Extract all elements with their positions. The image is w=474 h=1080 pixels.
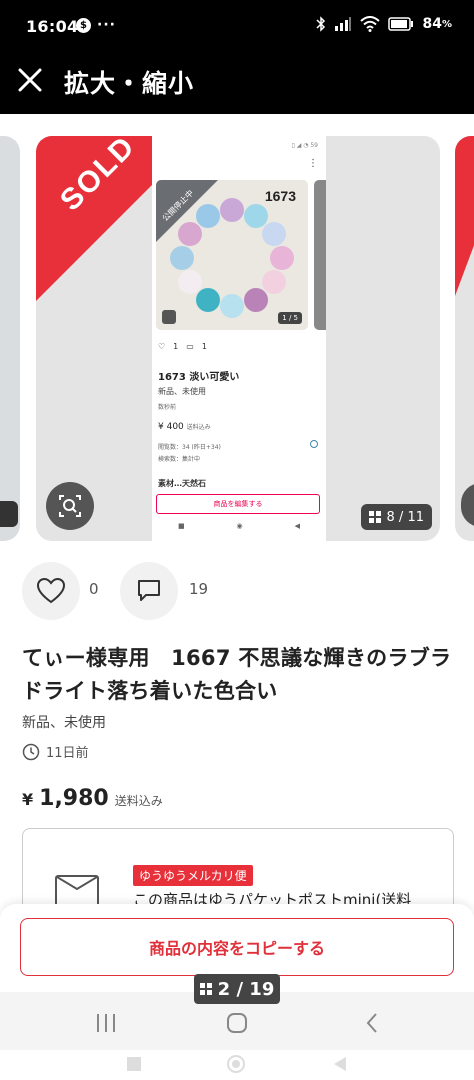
inner-nav-square: ■ xyxy=(177,522,185,530)
main-content: SOLD ▯ ◢ ◔ 59 ⋮ 公開停止中 1673 1 / 5 ♡ 1 ▭ 1… xyxy=(0,114,474,1080)
clock-icon xyxy=(22,743,40,760)
listing-screenshot-image: ▯ ◢ ◔ 59 ⋮ 公開停止中 1673 1 / 5 ♡ 1 ▭ 1 1673… xyxy=(152,136,326,541)
back-icon[interactable] xyxy=(364,1012,380,1034)
copy-item-button[interactable]: 商品の内容をコピーする xyxy=(20,918,454,976)
inner-heart-icon: ♡ xyxy=(158,342,166,351)
next-sold-ribbon xyxy=(455,136,474,296)
price-value: 1,980 xyxy=(39,786,109,811)
inner-price: ¥ 400 送料込み xyxy=(158,422,211,432)
signal-icon xyxy=(335,17,352,31)
system-nav-bar xyxy=(0,992,474,1080)
price-note: 送料込み xyxy=(114,794,163,808)
envelope-flap xyxy=(57,877,97,891)
inner-like-count: 1 xyxy=(173,342,179,351)
comment-icon xyxy=(138,580,160,601)
price-row: ¥ 1,980 送料込み xyxy=(22,786,163,811)
inner-nav-circle: ◉ xyxy=(236,522,243,530)
ghost-back-icon xyxy=(334,1057,346,1071)
image-pager: 8 / 11 xyxy=(360,504,432,530)
inner-photo-counter: 1 / 5 xyxy=(278,312,302,324)
status-left-icons: $ ··· xyxy=(76,17,116,33)
inner-edit-button: 商品を編集する xyxy=(156,494,320,514)
grid-icon xyxy=(368,511,381,523)
inner-item-number: 1673 xyxy=(264,188,296,204)
status-right-icons: 84% xyxy=(316,16,452,32)
status-time: 16:04 xyxy=(26,17,79,36)
price-symbol: ¥ xyxy=(22,790,34,809)
like-button[interactable] xyxy=(22,562,80,620)
inner-time: 数秒前 xyxy=(158,404,177,411)
like-count: 0 xyxy=(89,580,99,598)
image-pager-text: 8 / 11 xyxy=(386,509,424,525)
title-bar: 拡大・縮小 xyxy=(0,54,474,114)
nav-lower-strip xyxy=(0,1050,474,1080)
inner-item-title: 1673 淡い可愛い xyxy=(158,372,240,383)
close-icon[interactable] xyxy=(16,66,44,94)
current-image-card[interactable]: SOLD ▯ ◢ ◔ 59 ⋮ 公開停止中 1673 1 / 5 ♡ 1 ▭ 1… xyxy=(36,136,440,541)
item-condition: 新品、未使用 xyxy=(22,715,106,731)
inner-nav-back: ◀ xyxy=(294,522,300,530)
bottom-pager-text: 2 / 19 xyxy=(217,978,275,1000)
grid-icon xyxy=(199,983,212,995)
image-carousel[interactable]: SOLD ▯ ◢ ◔ 59 ⋮ 公開停止中 1673 1 / 5 ♡ 1 ▭ 1… xyxy=(0,114,474,554)
ghost-circle-icon xyxy=(227,1055,245,1073)
inner-price-value: ¥ 400 xyxy=(158,422,184,432)
page-title: 拡大・縮小 xyxy=(64,69,195,98)
inner-comment-count: 1 xyxy=(201,342,207,351)
bracelet-photo: 公開停止中 1673 1 / 5 xyxy=(156,180,308,330)
inner-status-bar: ▯ ◢ ◔ 59 xyxy=(291,142,318,149)
comment-count: 19 xyxy=(189,580,209,598)
time-row: 11日前 xyxy=(22,742,89,761)
bottom-pager: 2 / 19 xyxy=(194,974,280,1004)
inner-kebab-icon: ⋮ xyxy=(308,158,318,169)
more-notifications-icon: ··· xyxy=(97,17,116,33)
zoom-search-icon xyxy=(59,495,81,517)
inner-description: 素材…天然石 xyxy=(158,479,206,488)
app-badge-icon: $ xyxy=(76,17,91,33)
next-zoom-button xyxy=(461,483,474,527)
ghost-square-icon xyxy=(127,1057,141,1071)
bluetooth-icon xyxy=(316,16,326,32)
inner-search-stat: 検索数：集計中 xyxy=(158,456,201,463)
inner-view-stat: 閲覧数：34 (昨日+34) xyxy=(158,444,221,451)
battery-percent: 84 xyxy=(422,16,442,32)
battery-icon xyxy=(388,17,414,31)
previous-image-card[interactable] xyxy=(0,136,20,541)
inner-nav-bar: ■ ◉ ◀ xyxy=(152,522,326,530)
inner-likes-row: ♡ 1 ▭ 1 xyxy=(158,342,207,351)
percent-sign: % xyxy=(441,18,452,30)
inner-price-note: 送料込み xyxy=(186,424,211,431)
inner-condition: 新品、未使用 xyxy=(158,387,206,396)
home-icon[interactable] xyxy=(226,1012,248,1034)
wifi-icon xyxy=(360,16,381,32)
status-bar: 16:04 $ ··· 84% xyxy=(0,0,474,54)
inner-comment-icon: ▭ xyxy=(186,342,194,351)
prev-pager-pill xyxy=(0,501,18,527)
item-title: てぃー様専用 1667 不思議な輝きのラブラドライト落ち着いた色合い xyxy=(22,646,452,703)
comment-button[interactable] xyxy=(120,562,178,620)
recent-apps-icon[interactable] xyxy=(95,1012,117,1034)
shipping-method-tag: ゆうゆうメルカリ便 xyxy=(133,865,253,886)
inner-help-icon xyxy=(310,440,318,448)
listing-time: 11日前 xyxy=(46,746,89,761)
inner-zoom-icon xyxy=(162,310,176,324)
heart-icon xyxy=(36,577,66,604)
zoom-button[interactable] xyxy=(46,482,94,530)
inner-next-photo xyxy=(314,180,326,330)
next-image-card[interactable] xyxy=(455,136,474,541)
